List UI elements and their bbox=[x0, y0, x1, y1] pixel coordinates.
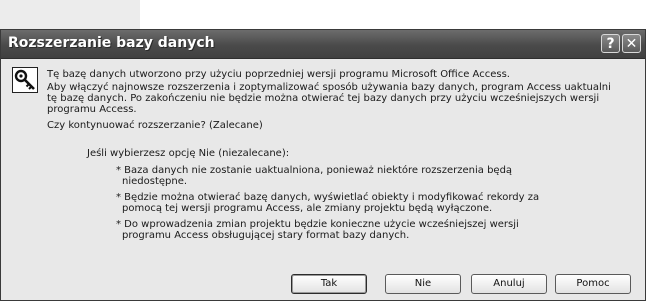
message-line-1: Tę bazę danych utworzono przy użyciu pop… bbox=[47, 69, 510, 80]
dialog-window: Rozszerzanie bazy danych ? ✕ Tę bazę dan… bbox=[0, 29, 646, 301]
dialog-title: Rozszerzanie bazy danych bbox=[8, 35, 215, 51]
yes-button[interactable]: Tak bbox=[291, 274, 367, 294]
bullet-3-line-2: programu Access obsługującej stary forma… bbox=[122, 230, 410, 241]
bullet-3-line-1: * Do wprowadzenia zmian projektu będzie … bbox=[116, 219, 519, 230]
message-line-2: Aby włączyć najnowsze rozszerzenia i zop… bbox=[47, 82, 611, 93]
background-area bbox=[0, 0, 140, 32]
question-text: Czy kontynuować rozszerzanie? (Zalecane) bbox=[47, 120, 263, 131]
close-icon: ✕ bbox=[625, 36, 638, 52]
message-line-4: programu Access. bbox=[47, 104, 137, 115]
close-button[interactable]: ✕ bbox=[622, 34, 641, 53]
bullet-2-line-2: pomocą tej wersji programu Access, ale z… bbox=[122, 203, 493, 214]
message-line-3: tę bazę danych. Po zakończeniu nie będzi… bbox=[47, 93, 600, 104]
key-icon bbox=[12, 67, 38, 93]
option-no-heading: Jeśli wybierzesz opcję Nie (niezalecane)… bbox=[87, 148, 290, 159]
cancel-button[interactable]: Anuluj bbox=[471, 274, 547, 294]
question-icon: ? bbox=[606, 36, 615, 52]
bullet-1-line-1: * Baza danych nie zostanie uaktualniona,… bbox=[116, 165, 513, 176]
help-button[interactable]: Pomoc bbox=[555, 274, 631, 294]
no-button[interactable]: Nie bbox=[385, 274, 461, 294]
bullet-1-line-2: niedostępne. bbox=[122, 176, 188, 187]
bullet-2-line-1: * Będzie można otwierać bazę danych, wyś… bbox=[116, 192, 540, 203]
title-bar: Rozszerzanie bazy danych ? ✕ bbox=[1, 30, 645, 59]
help-title-button[interactable]: ? bbox=[601, 34, 620, 53]
